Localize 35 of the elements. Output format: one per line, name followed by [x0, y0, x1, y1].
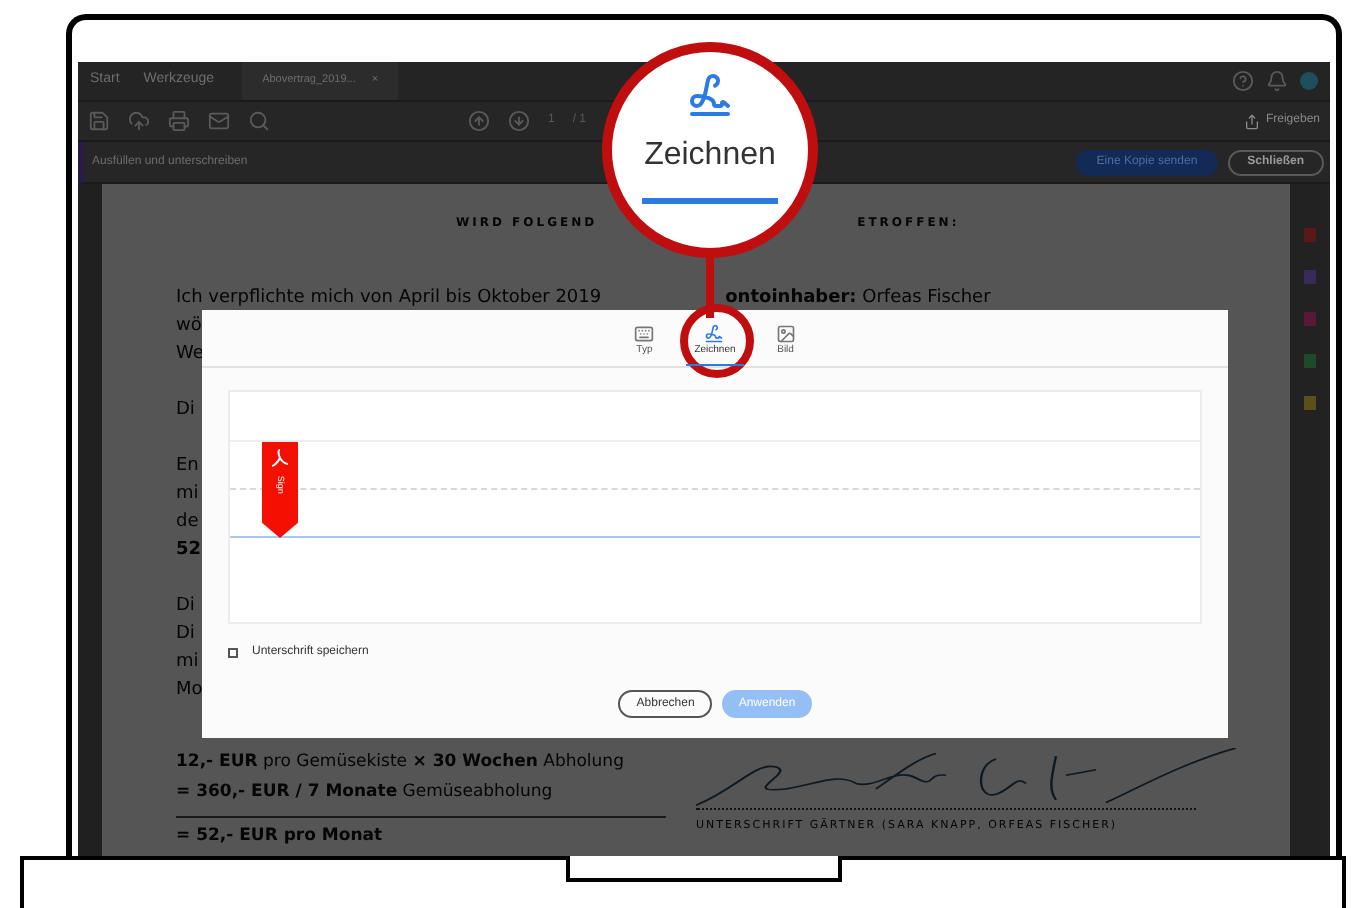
page-up-icon[interactable] — [468, 110, 490, 132]
text-fragment: 52 — [176, 538, 202, 564]
text-fragment: mi — [176, 482, 199, 508]
total-text: = 52,- EUR pro Monat — [176, 826, 383, 846]
pen-icon — [704, 323, 725, 343]
text-fragment: mi — [176, 650, 199, 676]
keyboard-icon — [634, 323, 655, 343]
text-fragment: En — [176, 454, 199, 480]
page-down-icon[interactable] — [508, 110, 530, 132]
text-fragment: de — [176, 510, 199, 536]
print-icon[interactable] — [168, 110, 190, 132]
acrobat-logo-icon — [270, 448, 290, 468]
avatar-icon[interactable] — [1300, 72, 1318, 90]
callout-label: Zeichnen — [644, 136, 776, 176]
bell-icon[interactable] — [1266, 70, 1288, 92]
highlight-callout — [680, 304, 754, 378]
calculation-text: = 360,- EUR / 7 Monate Gemüseabholung — [176, 780, 555, 806]
search-icon[interactable] — [248, 110, 270, 132]
pen-icon — [686, 72, 734, 120]
share-icon — [1243, 113, 1260, 129]
image-icon — [775, 323, 796, 343]
upload-icon[interactable] — [128, 110, 150, 132]
calculation-text: 12,- EUR pro Gemüsekiste × 30 Wochen Abholung — [176, 750, 626, 776]
text-fragment: Mo — [176, 678, 203, 704]
body-text: Ich verpflichte mich von April bis Oktober 2019 — [176, 286, 602, 312]
text-fragment: wö — [176, 314, 202, 340]
mail-icon[interactable] — [208, 110, 230, 132]
text-fragment: We — [176, 342, 204, 368]
text-fragment: Di — [176, 398, 195, 424]
text-fragment: Di — [176, 594, 195, 620]
save-icon[interactable] — [88, 110, 110, 132]
help-icon[interactable] — [1232, 70, 1254, 92]
save-signature-checkbox[interactable] — [228, 648, 238, 658]
text-fragment: Di — [176, 622, 195, 648]
account-holder-text: ontoinhaber: Orfeas Fischer — [725, 286, 991, 312]
